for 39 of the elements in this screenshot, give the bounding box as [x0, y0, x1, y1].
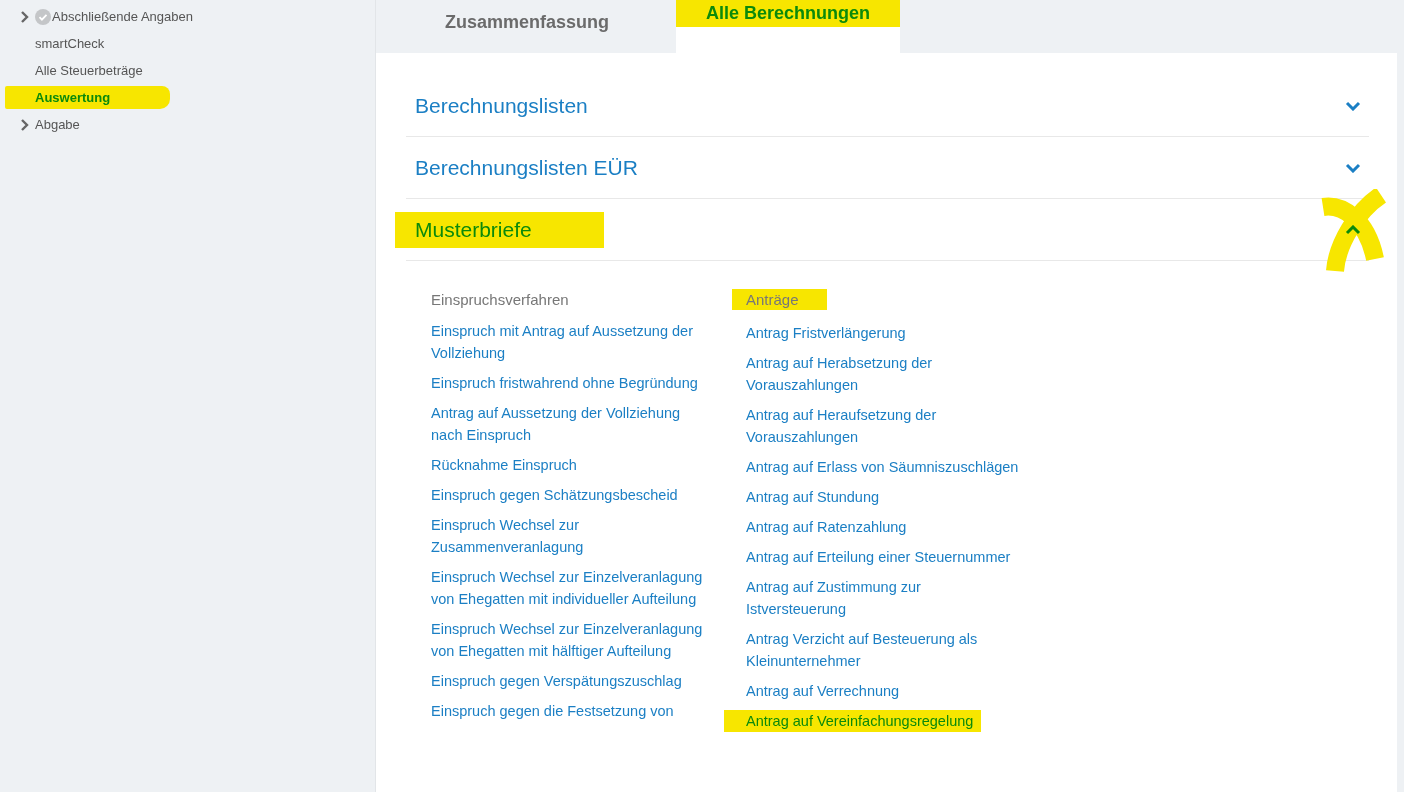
- chevron-right-icon[interactable]: [20, 118, 30, 131]
- letter-link[interactable]: Antrag auf Stundung: [746, 486, 880, 508]
- tab[interactable]: Zusammenfassung: [390, 0, 665, 53]
- letter-link[interactable]: Rücknahme Einspruch: [431, 454, 577, 476]
- column-heading: Anträge: [732, 289, 827, 310]
- letter-link[interactable]: Antrag Fristverlängerung: [746, 322, 906, 344]
- letter-link[interactable]: Antrag auf Verrechnung: [746, 680, 900, 702]
- letter-link[interactable]: Antrag auf Ratenzahlung: [746, 516, 907, 538]
- letter-link[interactable]: Einspruch fristwahrend ohne Begründung: [431, 372, 698, 394]
- chevron-down-icon[interactable]: [1345, 162, 1361, 173]
- letter-link[interactable]: Antrag auf Erteilung einer Steuernummer: [746, 546, 1011, 568]
- sidebar-item[interactable]: Abgabe: [20, 115, 80, 134]
- letter-link[interactable]: Antrag auf Heraufsetzung der Vorauszahlungen: [746, 404, 1021, 448]
- letter-link[interactable]: Antrag Verzicht auf Besteuerung als Kleinunternehmer: [746, 628, 1021, 672]
- section-title[interactable]: Berechnungslisten: [415, 87, 588, 124]
- section-title[interactable]: Berechnungslisten EÜR: [415, 149, 638, 186]
- letter-link[interactable]: Einspruch gegen Verspätungszuschlag: [431, 670, 682, 692]
- column-heading: Einspruchsverfahren: [431, 291, 569, 308]
- letter-link[interactable]: Antrag auf Zustimmung zur Istversteuerung: [746, 576, 1021, 620]
- chevron-up-icon[interactable]: [1345, 224, 1361, 235]
- sidebar-item[interactable]: Alle Steuerbeträge: [20, 61, 143, 80]
- sidebar-item[interactable]: smartCheck: [20, 34, 105, 53]
- sidebar-item[interactable]: Auswertung: [5, 86, 171, 109]
- chevron-right-icon[interactable]: [20, 10, 30, 23]
- sidebar-item[interactable]: Abschließende Angaben: [20, 6, 193, 27]
- letter-link[interactable]: Einspruch mit Antrag auf Aussetzung der Vollziehung: [431, 320, 706, 364]
- letter-link[interactable]: Antrag auf Aussetzung der Vollziehung nach Einspruch: [431, 402, 706, 446]
- letter-link[interactable]: Antrag auf Herabsetzung der Vorauszahlungen: [746, 352, 1021, 396]
- letter-link[interactable]: Einspruch Wechsel zur Einzelveranlagung von Ehegatten mit hälftiger Aufteilung: [431, 618, 706, 662]
- check-circle-icon: [35, 8, 51, 25]
- chevron-down-icon[interactable]: [1345, 100, 1361, 111]
- letter-link[interactable]: Einspruch Wechsel zur Zusammenveranlagung: [431, 514, 706, 558]
- letter-link[interactable]: Antrag auf Erlass von Säumniszuschlägen: [746, 456, 1019, 478]
- letter-link[interactable]: Einspruch gegen die Festsetzung von: [431, 700, 674, 722]
- letter-link[interactable]: Einspruch Wechsel zur Einzelveranlagung von Ehegatten mit individueller Aufteilung: [431, 566, 706, 610]
- tab[interactable]: Alle Berechnungen: [676, 0, 901, 53]
- letter-link[interactable]: Einspruch gegen Schätzungsbescheid: [431, 484, 678, 506]
- section-title[interactable]: Musterbriefe: [395, 211, 604, 248]
- letter-link[interactable]: Antrag auf Vereinfachungsregelung: [724, 710, 982, 732]
